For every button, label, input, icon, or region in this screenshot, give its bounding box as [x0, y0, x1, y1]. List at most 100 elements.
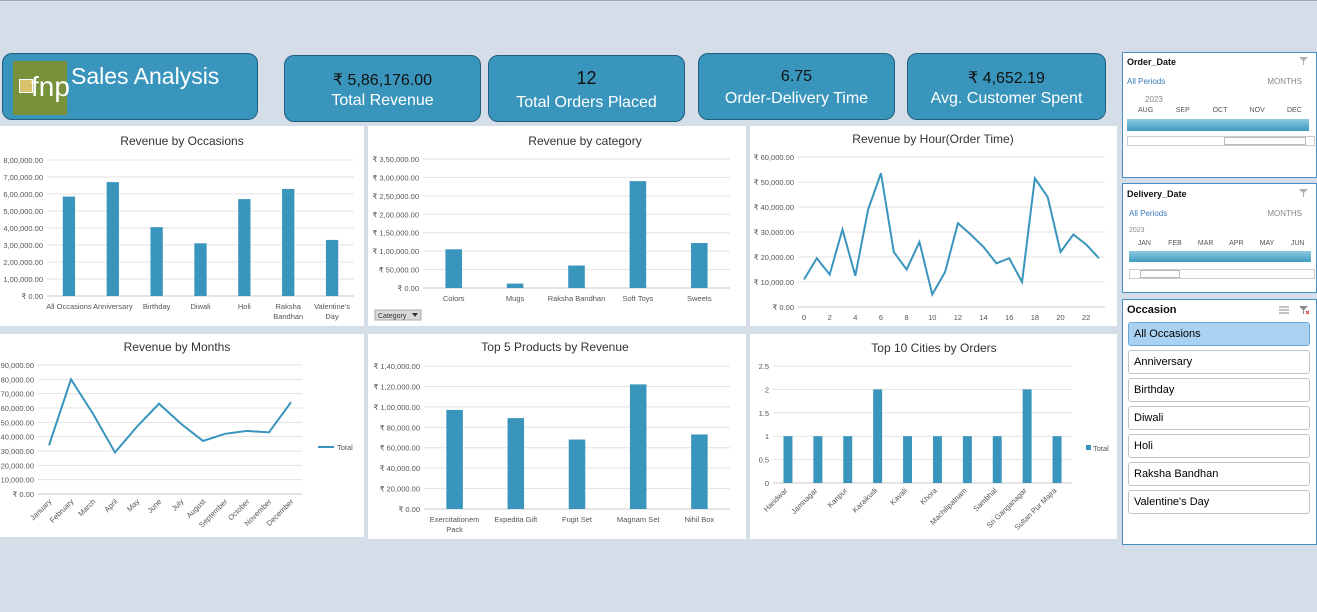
month-label[interactable]: FEB: [1160, 240, 1191, 247]
y-tick-label: ₹ 3,00,000.00: [373, 173, 419, 182]
x-tick-label: Mugs: [506, 294, 525, 303]
occasion-item[interactable]: Raksha Bandhan: [1128, 462, 1310, 486]
y-tick-label: ₹ 10,000.00: [754, 278, 794, 287]
x-tick-label: Jamnagar: [789, 486, 819, 516]
all-periods-label[interactable]: All Periods: [1127, 77, 1165, 86]
bar: [568, 265, 585, 288]
x-tick-label: 22: [1082, 313, 1090, 322]
kpi-total-orders: 12 Total Orders Placed: [488, 55, 685, 122]
period-unit-dropdown[interactable]: MONTHS: [1267, 77, 1302, 86]
chart-svg: Top 5 Products by Revenue ₹ 0.00 ₹ 20,000.…: [374, 340, 730, 534]
month-label[interactable]: DEC: [1276, 107, 1313, 114]
y-tick-label: 20,000.00: [1, 461, 34, 470]
month-label[interactable]: MAR: [1190, 240, 1221, 247]
y-tick-label: 4,00,000.00: [3, 224, 43, 233]
bar: [932, 436, 942, 483]
y-tick-label: ₹ 20,000.00: [754, 253, 794, 262]
clear-filter-icon[interactable]: [1298, 188, 1310, 198]
occasion-item[interactable]: Diwali: [1128, 406, 1310, 430]
bar: [62, 196, 76, 296]
kpi-value: ₹ 5,86,176.00: [332, 72, 433, 89]
y-tick-label: ₹ 0.00: [773, 303, 794, 312]
bar: [813, 436, 823, 483]
x-tick-label: Kavali: [888, 486, 909, 507]
x-tick-label: May: [125, 497, 142, 514]
month-label[interactable]: JUN: [1282, 240, 1313, 247]
slicer-occasion[interactable]: Occasion All Occasions Anniversary Birthda…: [1122, 299, 1317, 545]
logo-text: fnp: [31, 71, 70, 102]
period-unit-dropdown[interactable]: MONTHS: [1267, 209, 1302, 218]
occasion-item[interactable]: Anniversary: [1128, 350, 1310, 374]
slicer-delivery-date[interactable]: Delivery_Date All Periods MONTHS 2023 JA…: [1122, 183, 1317, 293]
y-tick-label: 0.5: [759, 456, 769, 465]
title-card: fnp Sales Analysis: [2, 53, 258, 120]
slicer-order-date[interactable]: Order_Date All Periods MONTHS 2023 AUG SE…: [1122, 52, 1317, 178]
bar: [873, 389, 883, 483]
x-tick-label: Sweets: [687, 294, 712, 303]
y-tick-label: 90,000.00: [1, 361, 34, 370]
x-tick-label: Sambhal: [971, 486, 999, 514]
timeline-bar[interactable]: [1127, 119, 1309, 131]
worksheet-top-area: [0, 0, 1317, 53]
bar: [446, 409, 463, 509]
chart-svg: Revenue by Occasions ₹ 0.00 1,00,000.00 2,0…: [3, 134, 354, 321]
multi-select-icon[interactable]: [1278, 305, 1290, 315]
timeline-bar[interactable]: [1129, 251, 1311, 262]
bar: [903, 436, 913, 483]
chart-title: Revenue by category: [528, 134, 641, 148]
y-tick-label: 1.5: [759, 409, 769, 418]
occasion-item[interactable]: All Occasions: [1128, 322, 1310, 346]
scroll-thumb[interactable]: [1140, 270, 1180, 278]
month-label[interactable]: APR: [1221, 240, 1252, 247]
y-tick-label: 2: [765, 385, 769, 394]
x-tick-label: 4: [853, 313, 857, 322]
month-label[interactable]: JAN: [1129, 240, 1160, 247]
legend-swatch: [1086, 445, 1091, 450]
slicer-title: Order_Date: [1127, 57, 1177, 67]
bar: [962, 436, 972, 483]
month-label[interactable]: MAY: [1252, 240, 1283, 247]
bar: [691, 434, 708, 509]
chart-title: Top 5 Products by Revenue: [481, 340, 629, 354]
chart-svg: Revenue by Months ₹ 0.00 10,000.00 20,000.0…: [1, 340, 354, 529]
timeline-scrollbar[interactable]: [1129, 269, 1315, 279]
y-tick-label: 80,000.00: [1, 375, 34, 384]
timeline-scrollbar[interactable]: [1127, 136, 1315, 146]
month-label[interactable]: SEP: [1164, 107, 1201, 114]
chart-title: Revenue by Hour(Order Time): [852, 132, 1013, 146]
kpi-value: 12: [576, 68, 597, 88]
occasion-item[interactable]: Birthday: [1128, 378, 1310, 402]
x-tick-label: Anniversary: [93, 302, 133, 311]
month-label[interactable]: OCT: [1201, 107, 1238, 114]
chart-revenue-by-hour: Revenue by Hour(Order Time) ₹ 0.00 ₹ 10,00…: [750, 126, 1117, 326]
kpi-value: 6.75: [780, 68, 813, 85]
x-tick-label: Raksha: [275, 302, 301, 311]
x-tick-label: 0: [802, 313, 806, 322]
y-tick-label: ₹ 1,50,000.00: [373, 229, 419, 238]
bar: [106, 182, 119, 296]
y-tick-label: ₹ 40,000.00: [380, 464, 420, 473]
month-label[interactable]: NOV: [1239, 107, 1276, 114]
scroll-thumb[interactable]: [1224, 137, 1306, 145]
y-tick-label: ₹ 30,000.00: [754, 228, 794, 237]
x-tick-label: Magnam Set: [617, 515, 660, 524]
bar: [507, 418, 525, 509]
x-tick-label: All Occasions: [46, 302, 92, 311]
x-tick-label: March: [76, 497, 97, 518]
clear-filter-icon[interactable]: [1298, 305, 1310, 315]
occasion-item[interactable]: Valentine's Day: [1128, 490, 1310, 514]
month-label[interactable]: AUG: [1127, 107, 1164, 114]
page-title: Sales Analysis: [71, 63, 220, 89]
occasion-item[interactable]: Holi: [1128, 434, 1310, 458]
legend-label: Total: [1093, 444, 1109, 453]
bar: [1022, 389, 1032, 483]
all-periods-label[interactable]: All Periods: [1129, 209, 1167, 218]
chart-title: Revenue by Occasions: [120, 134, 243, 148]
bar: [282, 188, 295, 296]
x-tick-label: Holi: [238, 302, 251, 311]
chart-title: Revenue by Months: [124, 340, 231, 354]
y-tick-label: ₹ 80,000.00: [380, 423, 420, 432]
clear-filter-icon[interactable]: [1298, 56, 1310, 66]
month-labels: JAN FEB MAR APR MAY JUN: [1129, 240, 1313, 250]
x-tick-label: Soft Toys: [623, 294, 654, 303]
